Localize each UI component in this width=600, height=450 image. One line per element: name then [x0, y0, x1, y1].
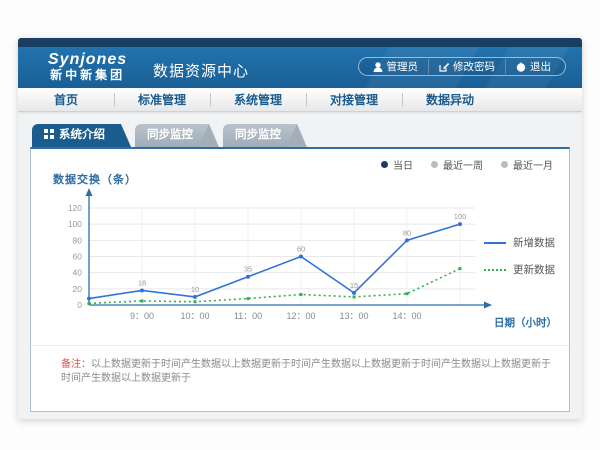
legend-label: 更新数据	[513, 262, 555, 277]
svg-text:20: 20	[73, 284, 83, 294]
logout-label: 退出	[530, 59, 551, 74]
x-axis-title: 日期（小时）	[494, 315, 557, 330]
nav-item-system-mgmt[interactable]: 系统管理	[210, 88, 306, 111]
svg-text:9：00: 9：00	[130, 311, 154, 321]
svg-text:40: 40	[73, 268, 83, 278]
radio-label: 最近一月	[513, 157, 553, 172]
change-password-label: 修改密码	[453, 59, 495, 74]
solid-line-swatch-icon	[484, 242, 506, 244]
radio-today[interactable]: 当日	[381, 157, 413, 172]
current-user-button[interactable]: 管理员	[363, 59, 429, 74]
legend-item-new-data: 新增数据	[484, 235, 555, 250]
current-user-label: 管理员	[387, 59, 419, 74]
svg-text:10：00: 10：00	[180, 311, 209, 321]
svg-text:80: 80	[73, 235, 83, 245]
svg-text:10: 10	[191, 285, 199, 294]
svg-text:80: 80	[403, 228, 411, 237]
tab-bar: 系统介绍 同步监控 同步监控	[32, 124, 582, 147]
svg-text:60: 60	[297, 245, 305, 254]
user-icon	[373, 62, 383, 72]
svg-text:35: 35	[244, 265, 252, 274]
app-window: Synjones 新中新集团 数据资源中心 管理员 修改密码 退出	[18, 38, 582, 419]
user-toolbar: 管理员 修改密码 退出	[358, 57, 567, 76]
legend-label: 新增数据	[513, 235, 555, 250]
svg-text:11：00: 11：00	[234, 311, 262, 321]
dotted-line-swatch-icon	[484, 269, 506, 271]
svg-text:100: 100	[454, 212, 467, 221]
main-nav: 首页 标准管理 系统管理 对接管理 数据异动	[18, 88, 582, 112]
radio-dot-icon	[431, 161, 438, 168]
top-navy-strip	[18, 38, 582, 47]
tab-label: 系统介绍	[59, 129, 105, 141]
svg-text:15: 15	[350, 281, 358, 290]
svg-text:0: 0	[77, 300, 82, 310]
svg-text:120: 120	[68, 203, 82, 213]
series-legend: 新增数据 更新数据	[484, 235, 555, 289]
legend-item-update-data: 更新数据	[484, 262, 555, 277]
svg-text:13：00: 13：00	[339, 311, 368, 321]
company-logo: Synjones 新中新集团	[48, 51, 127, 82]
svg-text:100: 100	[68, 219, 82, 229]
document-grid-icon	[44, 129, 54, 139]
change-password-button[interactable]: 修改密码	[428, 59, 505, 74]
tab-sync-monitor-1[interactable]: 同步监控	[135, 124, 209, 147]
chart-panel: 当日 最近一周 最近一月 数据交换（条） 0204060801001209：00…	[30, 147, 570, 412]
edit-icon	[439, 62, 449, 72]
radio-label: 当日	[393, 157, 413, 172]
radio-last-month[interactable]: 最近一月	[501, 157, 553, 172]
tab-label: 同步监控	[235, 129, 281, 141]
tab-sync-monitor-2[interactable]: 同步监控	[223, 124, 297, 147]
logo-wordmark: Synjones	[48, 51, 127, 69]
radio-dot-icon	[381, 161, 388, 168]
svg-text:14：00: 14：00	[392, 311, 421, 321]
chart-area: 0 20 40 60 80 100 120 9：00 10：00 11：00 12：00 13：00 1…	[37, 185, 497, 340]
radio-label: 最近一周	[443, 157, 483, 172]
svg-text:60: 60	[73, 252, 83, 262]
nav-item-integration-mgmt[interactable]: 对接管理	[306, 88, 402, 111]
footnote-prefix: 备注：	[61, 359, 91, 370]
tab-label: 同步监控	[147, 129, 193, 141]
tab-system-intro[interactable]: 系统介绍	[32, 124, 121, 147]
footnote: 备注：以上数据更新于时间产生数据以上数据更新于时间产生数据以上数据更新于时间产生…	[31, 345, 569, 386]
footnote-text: 以上数据更新于时间产生数据以上数据更新于时间产生数据以上数据更新于时间产生数据以…	[61, 359, 551, 384]
svg-text:18: 18	[138, 278, 146, 287]
nav-item-standard-mgmt[interactable]: 标准管理	[114, 88, 210, 111]
line-chart: 0 20 40 60 80 100 120 9：00 10：00 11：00 12：00 13：00 1…	[37, 185, 497, 335]
power-icon	[516, 62, 526, 72]
nav-item-data-change[interactable]: 数据异动	[402, 88, 498, 111]
radio-dot-icon	[501, 161, 508, 168]
svg-text:12：00: 12：00	[286, 311, 315, 321]
time-range-filter: 当日 最近一周 最近一月	[381, 157, 553, 172]
radio-last-week[interactable]: 最近一周	[431, 157, 483, 172]
logo-company-name: 新中新集团	[48, 69, 127, 82]
page-title: 数据资源中心	[153, 60, 249, 81]
nav-item-home[interactable]: 首页	[18, 88, 114, 111]
logout-button[interactable]: 退出	[505, 59, 561, 74]
app-header: Synjones 新中新集团 数据资源中心 管理员 修改密码 退出	[18, 47, 582, 88]
